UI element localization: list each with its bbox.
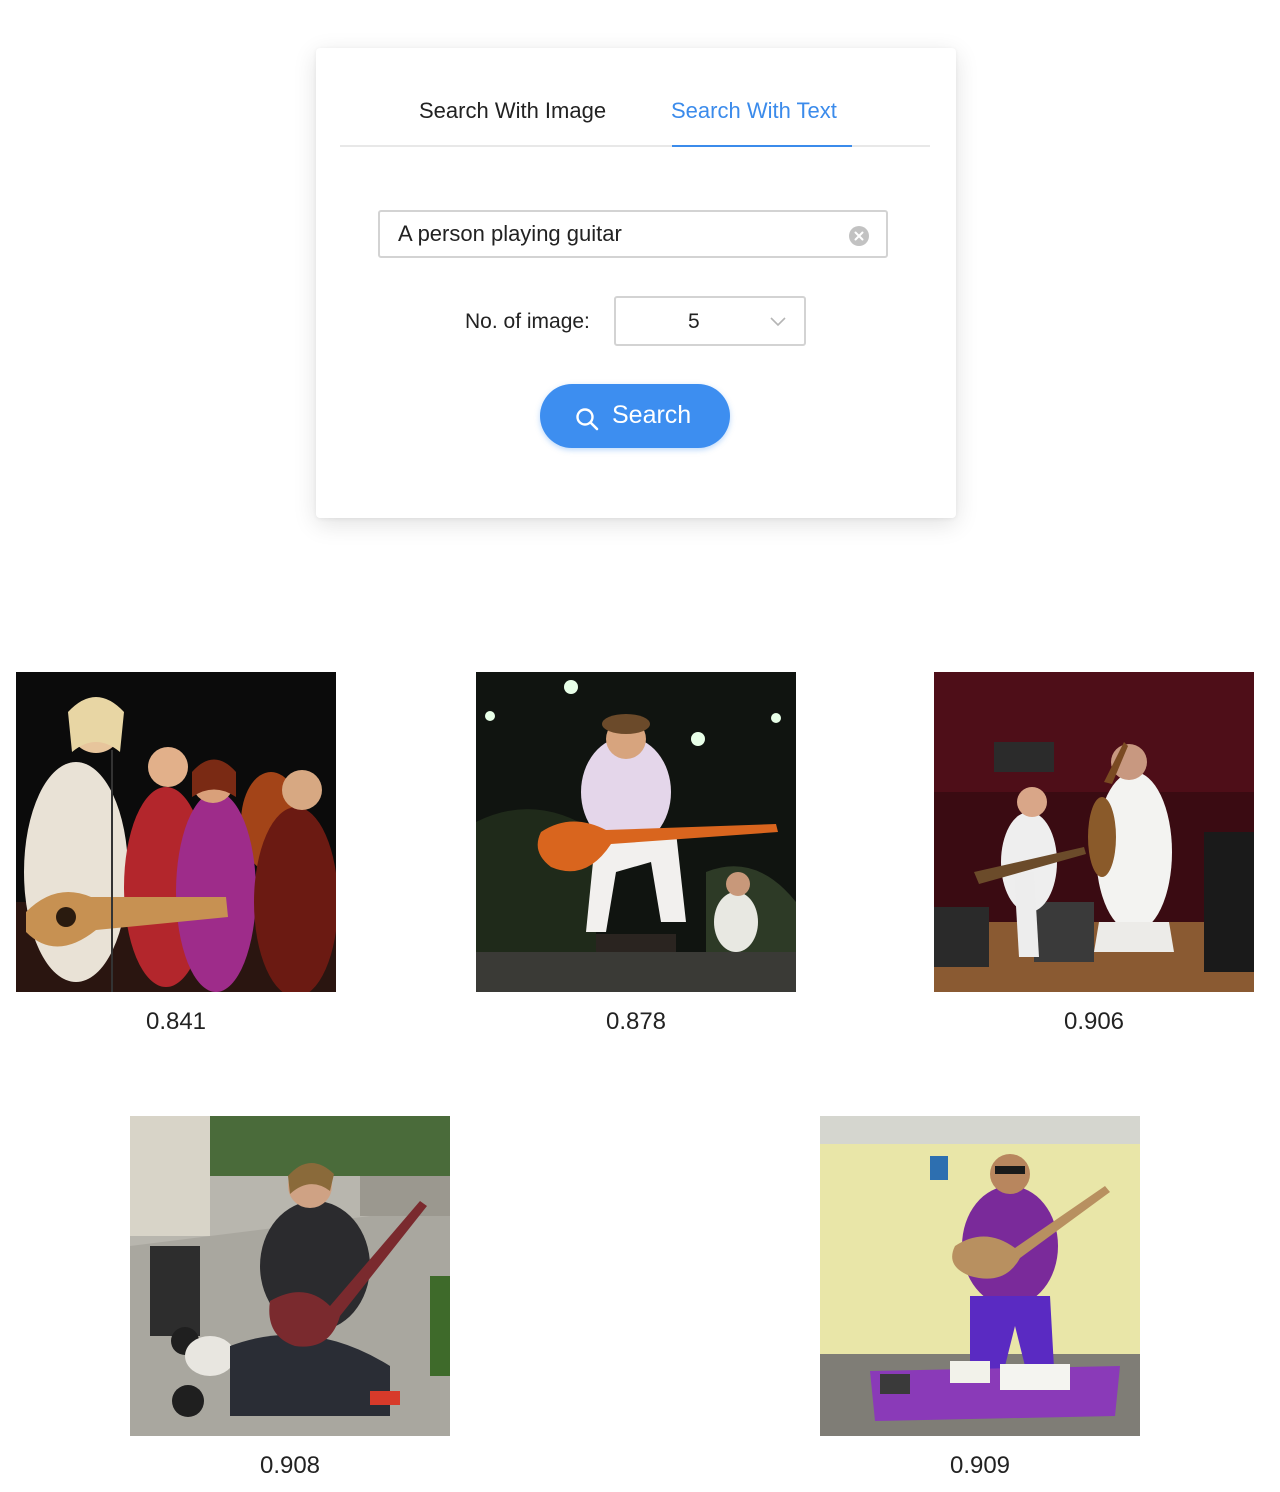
search-input[interactable] — [398, 212, 838, 256]
result-image[interactable] — [130, 1116, 450, 1436]
result-score: 0.908 — [259, 1452, 321, 1479]
tab-search-with-image[interactable]: Search With Image — [419, 98, 606, 124]
result-score: 0.909 — [949, 1452, 1011, 1479]
result-score: 0.878 — [605, 1008, 667, 1035]
result-image[interactable] — [476, 672, 796, 992]
image-count-label: No. of image: — [465, 310, 590, 333]
image-count-value: 5 — [688, 310, 700, 333]
result-score: 0.906 — [1063, 1008, 1125, 1035]
active-tab-indicator — [672, 145, 852, 147]
search-icon — [576, 408, 599, 431]
search-card: Search With Image Search With Text No. o… — [316, 48, 956, 518]
result-image[interactable] — [934, 672, 1254, 992]
tab-bar: Search With Image Search With Text — [340, 48, 930, 147]
result-item[interactable]: 0.908 — [130, 1116, 450, 1480]
result-item[interactable]: 0.909 — [820, 1116, 1140, 1480]
chevron-down-icon — [770, 317, 786, 327]
tab-search-with-text[interactable]: Search With Text — [671, 98, 837, 124]
result-score: 0.841 — [145, 1008, 207, 1035]
search-button-label: Search — [612, 401, 692, 429]
result-item[interactable]: 0.841 — [16, 672, 336, 1036]
search-button[interactable]: Search — [540, 384, 730, 448]
result-item[interactable]: 0.878 — [476, 672, 796, 1036]
result-item[interactable]: 0.906 — [934, 672, 1254, 1036]
result-image[interactable] — [820, 1116, 1140, 1436]
result-image[interactable] — [16, 672, 336, 992]
close-circle-icon[interactable] — [849, 226, 869, 246]
image-count-select[interactable]: 5 — [614, 296, 806, 346]
search-field — [378, 210, 888, 258]
